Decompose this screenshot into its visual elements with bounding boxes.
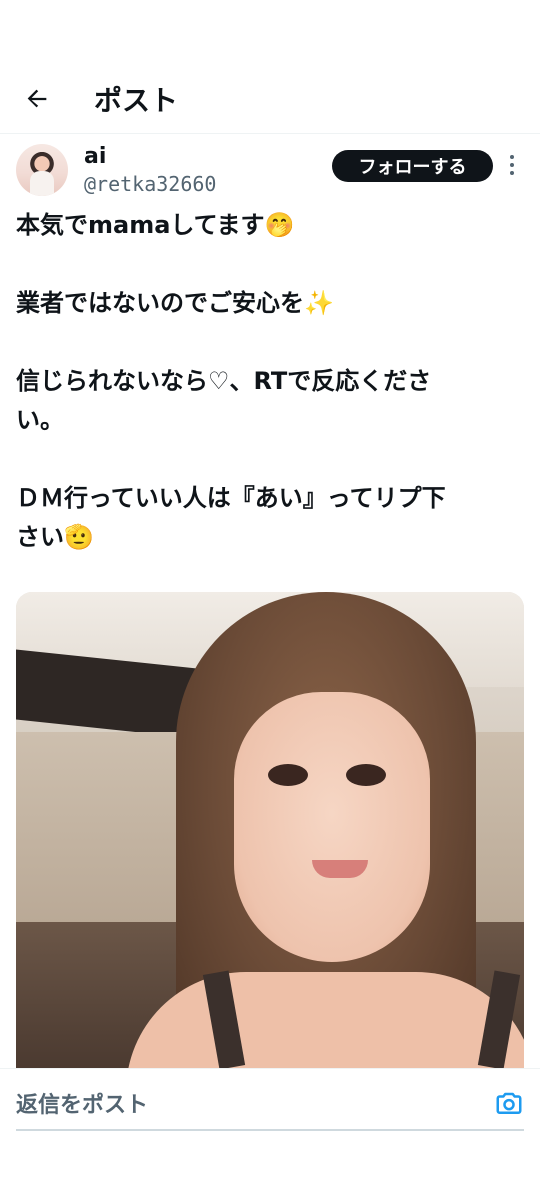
reply-composer: 返信をポスト [0,1068,540,1138]
arrow-left-icon [27,89,47,108]
camera-icon [496,1092,522,1114]
more-options-button[interactable] [502,152,522,178]
avatar-figure [30,171,54,196]
back-button[interactable] [20,82,54,116]
follow-button[interactable]: フォローする [332,150,493,182]
reply-input[interactable]: 返信をポスト [16,1087,148,1119]
post-text: 本気でmamaしてます🤭 業者ではないのでご安心を✨ 信じられないなら♡、RTで… [16,206,524,557]
post-text-line: さい🫡 [16,523,94,551]
camera-button[interactable] [494,1089,524,1119]
top-app-bar: ポスト [0,62,540,134]
author-display-name[interactable]: ai [84,144,106,169]
photo-subject-face [234,692,430,962]
author-handle[interactable]: @retka32660 [84,172,216,196]
post-text-line: 本気でmamaしてます🤭 [16,211,295,239]
post-image[interactable] [16,592,524,1068]
post-author: ai @retka32660 フォローする [16,144,524,200]
more-vertical-icon-dot [510,171,514,175]
reply-underline [16,1129,524,1131]
post-text-line: い。 [16,406,64,434]
post-text-line: 信じられないなら♡、RTで反応くださ [16,367,432,395]
photo-subject-eye [268,764,308,786]
photo-subject-eye [346,764,386,786]
more-vertical-icon [510,155,514,159]
more-vertical-icon-dot [510,163,514,167]
post-text-line: ＤＭ行っていい人は『あい』ってリプ下 [16,484,446,512]
page-title: ポスト [94,84,179,117]
avatar[interactable] [16,144,68,196]
post-text-line: 業者ではないのでご安心を✨ [16,289,334,317]
